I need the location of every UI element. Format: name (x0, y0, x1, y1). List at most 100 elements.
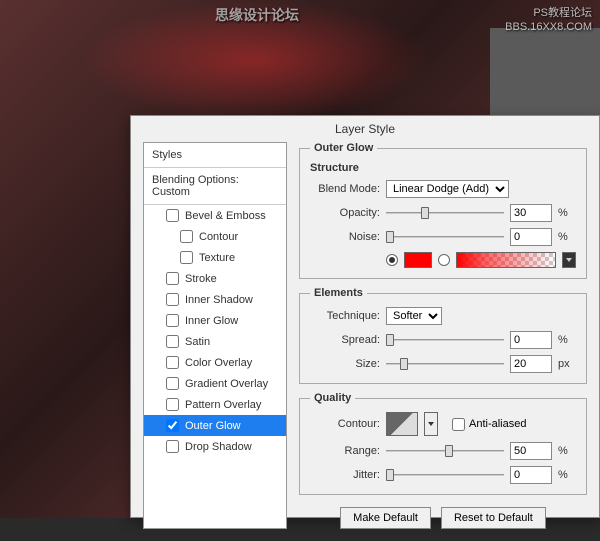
size-unit: px (558, 358, 576, 370)
style-item-satin[interactable]: Satin (144, 331, 286, 352)
blend-mode-label: Blend Mode: (310, 183, 380, 195)
style-item-color-overlay[interactable]: Color Overlay (144, 352, 286, 373)
noise-label: Noise: (310, 231, 380, 243)
contour-row: Contour: Anti-aliased (310, 412, 576, 436)
antialiased-checkbox[interactable] (452, 418, 465, 431)
elements-legend: Elements (310, 287, 367, 299)
style-item-label: Stroke (185, 273, 217, 285)
glow-gradient-preview[interactable] (456, 252, 556, 268)
dialog-body: Styles Blending Options: Custom Bevel & … (131, 142, 599, 541)
noise-slider[interactable] (386, 230, 504, 244)
quality-fieldset: Quality Contour: Anti-aliased Range: % (299, 392, 587, 495)
technique-row: Technique: Softer (310, 307, 576, 325)
jitter-slider[interactable] (386, 468, 504, 482)
style-item-label: Satin (185, 336, 210, 348)
style-item-gradient-overlay[interactable]: Gradient Overlay (144, 373, 286, 394)
style-item-pattern-overlay[interactable]: Pattern Overlay (144, 394, 286, 415)
style-item-inner-shadow[interactable]: Inner Shadow (144, 289, 286, 310)
range-label: Range: (310, 445, 380, 457)
make-default-button[interactable]: Make Default (340, 507, 431, 529)
style-item-label: Outer Glow (185, 420, 241, 432)
style-item-label: Inner Glow (185, 315, 238, 327)
dialog-title: Layer Style (131, 116, 599, 142)
style-item-label: Bevel & Emboss (185, 210, 266, 222)
opacity-slider[interactable] (386, 206, 504, 220)
style-checkbox[interactable] (166, 314, 179, 327)
jitter-label: Jitter: (310, 469, 380, 481)
layer-style-dialog: Layer Style Styles Blending Options: Cus… (130, 115, 600, 518)
opacity-input[interactable] (510, 204, 552, 222)
gradient-radio[interactable] (438, 254, 450, 266)
styles-list-panel: Styles Blending Options: Custom Bevel & … (143, 142, 287, 529)
reset-default-button[interactable]: Reset to Default (441, 507, 546, 529)
style-item-texture[interactable]: Texture (144, 247, 286, 268)
style-item-label: Color Overlay (185, 357, 252, 369)
technique-select[interactable]: Softer (386, 307, 442, 325)
opacity-label: Opacity: (310, 207, 380, 219)
style-item-drop-shadow[interactable]: Drop Shadow (144, 436, 286, 457)
opacity-unit: % (558, 207, 576, 219)
glow-source-row (386, 252, 576, 268)
spread-row: Spread: % (310, 331, 576, 349)
spread-input[interactable] (510, 331, 552, 349)
style-item-label: Inner Shadow (185, 294, 253, 306)
style-item-inner-glow[interactable]: Inner Glow (144, 310, 286, 331)
blend-mode-select[interactable]: Linear Dodge (Add) (386, 180, 509, 198)
contour-label: Contour: (310, 418, 380, 430)
quality-legend: Quality (310, 392, 355, 404)
structure-title: Structure (310, 162, 576, 174)
spread-unit: % (558, 334, 576, 346)
style-checkbox[interactable] (166, 356, 179, 369)
style-item-label: Texture (199, 252, 235, 264)
style-item-outer-glow[interactable]: Outer Glow (144, 415, 286, 436)
defaults-button-row: Make Default Reset to Default (299, 507, 587, 529)
style-checkbox[interactable] (166, 293, 179, 306)
technique-label: Technique: (310, 310, 380, 322)
contour-preview[interactable] (386, 412, 418, 436)
opacity-row: Opacity: % (310, 204, 576, 222)
style-item-contour[interactable]: Contour (144, 226, 286, 247)
noise-row: Noise: % (310, 228, 576, 246)
blending-options-item[interactable]: Blending Options: Custom (144, 168, 286, 205)
style-checkbox[interactable] (166, 419, 179, 432)
outer-glow-legend: Outer Glow (310, 142, 377, 154)
style-item-label: Gradient Overlay (185, 378, 268, 390)
style-checkbox[interactable] (166, 209, 179, 222)
gradient-dropdown-icon[interactable] (562, 252, 576, 268)
settings-panel: Outer Glow Structure Blend Mode: Linear … (299, 142, 587, 529)
style-checkbox[interactable] (166, 377, 179, 390)
blend-mode-row: Blend Mode: Linear Dodge (Add) (310, 180, 576, 198)
size-input[interactable] (510, 355, 552, 373)
style-checkbox[interactable] (166, 440, 179, 453)
style-checkbox[interactable] (180, 230, 193, 243)
outer-glow-fieldset: Outer Glow Structure Blend Mode: Linear … (299, 142, 587, 279)
size-label: Size: (310, 358, 380, 370)
glow-color-swatch[interactable] (404, 252, 432, 268)
background-gray-swatch (490, 28, 600, 123)
range-slider[interactable] (386, 444, 504, 458)
styles-header[interactable]: Styles (144, 143, 286, 168)
range-input[interactable] (510, 442, 552, 460)
watermark-text-2: PS教程论坛 BBS.16XX8.COM (505, 6, 592, 35)
style-checkbox[interactable] (166, 398, 179, 411)
style-checkbox[interactable] (166, 335, 179, 348)
elements-fieldset: Elements Technique: Softer Spread: % Siz… (299, 287, 587, 384)
spread-slider[interactable] (386, 333, 504, 347)
style-checkbox[interactable] (166, 272, 179, 285)
solid-color-radio[interactable] (386, 254, 398, 266)
watermark-text-1: 思缘设计论坛 (215, 5, 299, 25)
style-item-label: Contour (199, 231, 238, 243)
jitter-row: Jitter: % (310, 466, 576, 484)
watermark-line1: PS教程论坛 (505, 6, 592, 20)
style-item-label: Drop Shadow (185, 441, 252, 453)
jitter-input[interactable] (510, 466, 552, 484)
antialiased-group: Anti-aliased (452, 418, 526, 431)
contour-dropdown-icon[interactable] (424, 412, 438, 436)
noise-unit: % (558, 231, 576, 243)
style-item-stroke[interactable]: Stroke (144, 268, 286, 289)
spread-label: Spread: (310, 334, 380, 346)
noise-input[interactable] (510, 228, 552, 246)
style-item-bevel-emboss[interactable]: Bevel & Emboss (144, 205, 286, 226)
style-checkbox[interactable] (180, 251, 193, 264)
size-slider[interactable] (386, 357, 504, 371)
